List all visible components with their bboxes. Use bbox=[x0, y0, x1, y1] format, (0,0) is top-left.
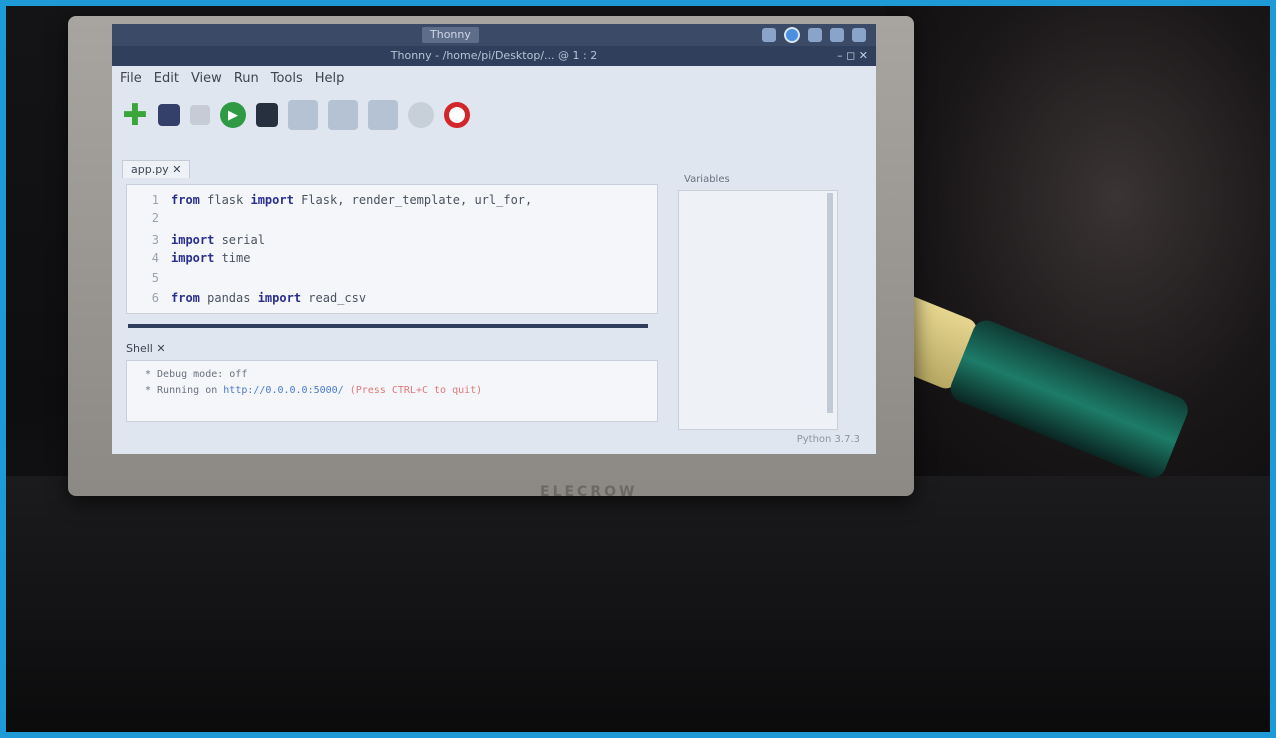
code-line: 2 bbox=[127, 209, 171, 227]
code-keyword: import bbox=[250, 193, 294, 207]
close-icon[interactable]: ✕ bbox=[156, 342, 165, 355]
bluetooth-icon[interactable] bbox=[784, 27, 800, 43]
shell-text: * Running on bbox=[145, 385, 224, 396]
code-text: time bbox=[214, 251, 251, 265]
line-number: 2 bbox=[151, 211, 159, 225]
shell-line: * Debug mode: off bbox=[145, 369, 248, 380]
step-out-icon[interactable] bbox=[368, 100, 398, 130]
window-title: Thonny - /home/pi/Desktop/... @ 1 : 2 bbox=[390, 49, 598, 62]
line-number: 5 bbox=[151, 271, 159, 285]
code-line: 1 from flask import Flask, render_templa… bbox=[127, 191, 533, 209]
menu-run[interactable]: Run bbox=[234, 68, 259, 90]
editor-tab[interactable]: app.py ✕ bbox=[122, 160, 191, 178]
menubar: File Edit View Run Tools Help bbox=[112, 68, 876, 90]
code-text: Flask, render_template, url_for, bbox=[293, 193, 533, 207]
line-number: 3 bbox=[151, 233, 159, 247]
code-text: flask bbox=[199, 193, 251, 207]
code-text: read_csv bbox=[301, 291, 367, 305]
toolbar: ✚ ▶ bbox=[122, 98, 470, 133]
wifi-icon[interactable] bbox=[852, 28, 866, 42]
monitor-brand: ELECROW bbox=[540, 484, 638, 500]
menu-tools[interactable]: Tools bbox=[271, 68, 303, 90]
shell-tab-label: Shell bbox=[126, 342, 153, 355]
variables-tab[interactable]: Variables bbox=[684, 174, 730, 185]
code-keyword: import bbox=[171, 251, 215, 265]
code-keyword: from bbox=[171, 291, 200, 305]
system-tray bbox=[762, 27, 876, 43]
menu-view[interactable]: View bbox=[191, 68, 222, 90]
screen: Thonny Thonny - /home/pi/Desktop/... @ 1… bbox=[112, 24, 876, 454]
window-controls[interactable]: – ◻ ✕ bbox=[837, 46, 868, 66]
monitor: ELECROW Thonny Thonny - /home/pi/Desktop… bbox=[68, 16, 914, 500]
resume-icon[interactable] bbox=[408, 102, 434, 128]
code-keyword: import bbox=[171, 233, 215, 247]
line-number: 1 bbox=[151, 193, 159, 207]
code-line: 4 import time bbox=[127, 249, 251, 267]
code-keyword: import bbox=[257, 291, 302, 305]
taskbar: Thonny bbox=[112, 24, 876, 46]
step-into-icon[interactable] bbox=[328, 100, 358, 130]
code-line: 5 bbox=[127, 269, 171, 287]
stop-icon[interactable] bbox=[444, 102, 470, 128]
network-icon[interactable] bbox=[808, 28, 822, 42]
desk-surface bbox=[6, 476, 1270, 732]
code-line: 3 import serial bbox=[127, 231, 265, 249]
code-text: serial bbox=[214, 233, 265, 247]
editor-horizontal-scrollbar[interactable] bbox=[128, 324, 648, 328]
code-keyword: from bbox=[171, 193, 200, 207]
volume-icon[interactable] bbox=[830, 28, 844, 42]
shell-url-link[interactable]: http://0.0.0.0:5000/ bbox=[223, 385, 343, 396]
save-icon[interactable] bbox=[158, 104, 180, 126]
shell-tab[interactable]: Shell ✕ bbox=[126, 342, 166, 355]
new-file-plus-icon[interactable]: ✚ bbox=[122, 98, 148, 133]
code-text: pandas bbox=[199, 291, 258, 305]
close-icon[interactable]: ✕ bbox=[172, 163, 181, 176]
code-editor[interactable]: 1 from flask import Flask, render_templa… bbox=[126, 184, 658, 314]
save-as-icon[interactable] bbox=[190, 105, 210, 125]
status-bar-text: Python 3.7.3 bbox=[796, 434, 860, 445]
debug-icon[interactable] bbox=[256, 103, 278, 127]
editor-tab-label: app.py bbox=[131, 163, 169, 176]
tray-icon[interactable] bbox=[762, 28, 776, 42]
variables-scrollbar[interactable] bbox=[827, 193, 833, 413]
shell-console[interactable]: * Debug mode: off * Running on http://0.… bbox=[126, 360, 658, 422]
run-icon[interactable]: ▶ bbox=[220, 102, 246, 128]
variables-panel bbox=[678, 190, 838, 430]
step-over-icon[interactable] bbox=[288, 100, 318, 130]
shell-text: (Press CTRL+C to quit) bbox=[343, 385, 483, 396]
menu-edit[interactable]: Edit bbox=[154, 68, 179, 90]
menu-help[interactable]: Help bbox=[315, 68, 345, 90]
taskbar-thonny-button[interactable]: Thonny bbox=[422, 27, 479, 43]
line-number: 4 bbox=[151, 251, 159, 265]
photo-frame: ELECROW Thonny Thonny - /home/pi/Desktop… bbox=[6, 6, 1270, 732]
menu-file[interactable]: File bbox=[120, 68, 142, 90]
line-number: 6 bbox=[151, 291, 159, 305]
code-line: 6 from pandas import read_csv bbox=[127, 289, 366, 307]
window-titlebar: Thonny - /home/pi/Desktop/... @ 1 : 2 – … bbox=[112, 46, 876, 66]
shell-line: * Running on http://0.0.0.0:5000/ (Press… bbox=[145, 385, 482, 396]
